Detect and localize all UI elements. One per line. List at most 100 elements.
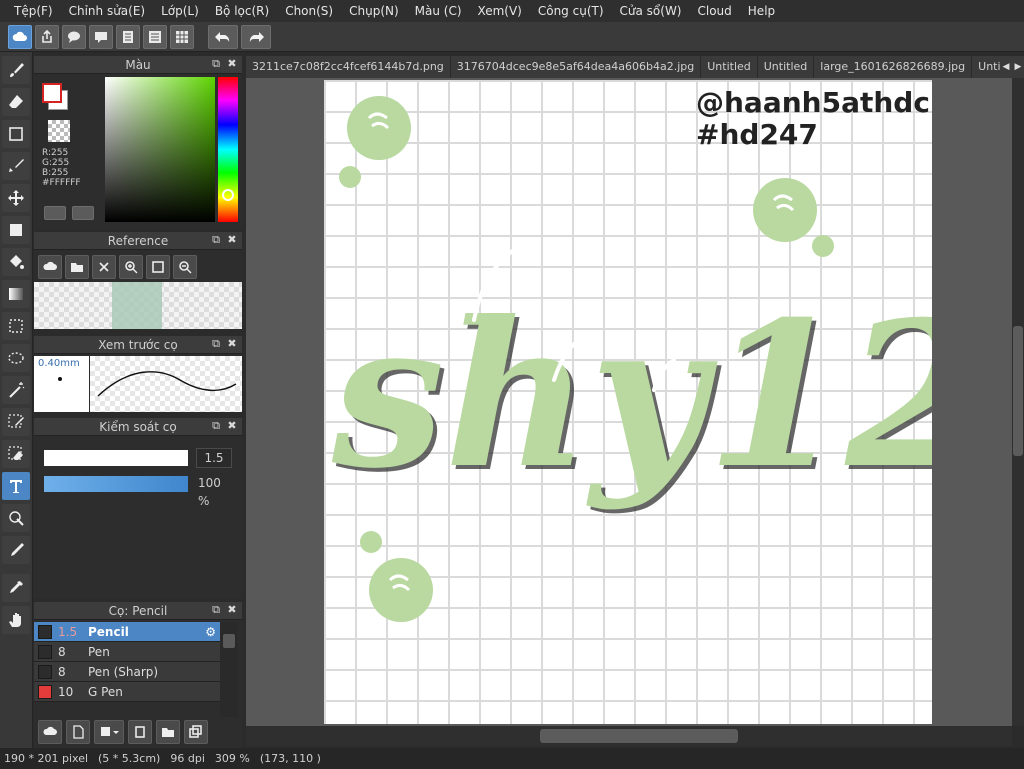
zoom-out-button[interactable]	[173, 255, 197, 279]
saturation-value-picker[interactable]	[105, 77, 215, 222]
lettering-art: shy1234 shy1234	[331, 248, 1012, 517]
cursor-coords: (173, 110 )	[259, 752, 321, 765]
brush-settings-button[interactable]	[128, 720, 152, 744]
vertical-scroll-thumb[interactable]	[1013, 326, 1023, 456]
comment-button[interactable]	[89, 24, 113, 49]
foreground-color-swatch[interactable]	[42, 83, 62, 103]
brush-color-chip[interactable]	[38, 644, 52, 659]
tab-scroll-right-icon[interactable]: ▶	[1012, 56, 1024, 78]
brush-item-2[interactable]: 8 Pen (Sharp)	[34, 662, 220, 682]
menu-help[interactable]: Help	[740, 0, 783, 22]
grid-canvas[interactable]: shy1234 shy1234 @haanh5athdc #hd247	[324, 80, 1012, 724]
select-pen-tool[interactable]	[2, 408, 30, 436]
brush-color-chip[interactable]	[38, 664, 52, 679]
page-button[interactable]	[116, 24, 140, 49]
menu-file[interactable]: Tệp(F)	[6, 0, 61, 22]
select-eraser-tool[interactable]	[2, 440, 30, 468]
palette-button[interactable]	[44, 206, 66, 220]
menu-view[interactable]: Xem(V)	[470, 0, 530, 22]
brush-tool[interactable]	[2, 56, 30, 84]
brush-size-value[interactable]: 1.5	[196, 448, 232, 468]
zoom-in-button[interactable]	[119, 255, 143, 279]
vertical-scrollbar[interactable]	[1012, 78, 1024, 726]
tab-4[interactable]: large_1601626826689.jpg	[814, 56, 973, 78]
brush-opacity-slider[interactable]	[44, 476, 188, 492]
undock-icon[interactable]: ⧉	[210, 419, 222, 433]
shape-tool[interactable]	[2, 120, 30, 148]
brush-scrollbar[interactable]	[220, 622, 238, 717]
menu-snap[interactable]: Chụp(N)	[341, 0, 407, 22]
horizontal-scroll-thumb[interactable]	[540, 729, 738, 743]
menu-tools[interactable]: Công cụ(T)	[530, 0, 612, 22]
magic-wand-tool[interactable]	[2, 376, 30, 404]
brush-scroll-thumb[interactable]	[223, 634, 235, 648]
list-button[interactable]	[143, 24, 167, 49]
fill-tool[interactable]	[2, 216, 30, 244]
tab-0[interactable]: 3211ce7c08f2cc4fcef6144b7d.png	[246, 56, 451, 78]
red-value: R:255	[42, 148, 69, 158]
color-options-button[interactable]	[72, 206, 94, 220]
dot-pen-tool[interactable]	[2, 152, 30, 180]
new-brush-button[interactable]	[66, 720, 90, 744]
menu-cloud[interactable]: Cloud	[690, 0, 740, 22]
cloud-button[interactable]	[8, 24, 32, 49]
brush-item-3[interactable]: 10 G Pen	[34, 682, 220, 702]
gear-icon[interactable]: ⚙	[205, 625, 216, 639]
brush-color-chip[interactable]	[38, 684, 52, 699]
hue-slider[interactable]	[218, 77, 238, 222]
gradient-tool[interactable]	[2, 280, 30, 308]
open-reference-button[interactable]	[65, 255, 89, 279]
bucket-tool[interactable]	[2, 248, 30, 276]
canvas-area[interactable]: shy1234 shy1234 @haanh5athdc #hd247	[246, 78, 1012, 726]
share-button[interactable]	[35, 24, 59, 49]
menu-window[interactable]: Cửa sổ(W)	[612, 0, 690, 22]
text-tool[interactable]	[2, 472, 30, 500]
grid-button[interactable]	[170, 24, 194, 49]
remove-reference-button[interactable]	[92, 255, 116, 279]
undock-icon[interactable]: ⧉	[210, 57, 222, 71]
transparent-swatch[interactable]	[48, 120, 70, 142]
menu-color[interactable]: Màu (C)	[407, 0, 470, 22]
brush-item-0[interactable]: 1.5 Pencil ⚙	[34, 622, 220, 642]
brush-size-slider[interactable]	[44, 450, 188, 466]
horizontal-scrollbar[interactable]	[246, 726, 1012, 746]
hand-tool[interactable]	[2, 606, 30, 634]
undock-icon[interactable]: ⧉	[210, 233, 222, 247]
eraser-tool[interactable]	[2, 88, 30, 116]
close-icon[interactable]: ✖	[226, 57, 238, 71]
brush-color-chip[interactable]	[38, 624, 52, 639]
dropper-tool[interactable]	[2, 574, 30, 602]
menu-filter[interactable]: Bộ lọc(R)	[207, 0, 277, 22]
close-icon[interactable]: ✖	[226, 419, 238, 433]
brush-add-button[interactable]	[94, 720, 124, 744]
close-icon[interactable]: ✖	[226, 603, 238, 617]
brush-copy-button[interactable]	[184, 720, 208, 744]
upload-reference-button[interactable]	[38, 255, 62, 279]
brush-folder-button[interactable]	[156, 720, 180, 744]
tab-3[interactable]: Untitled	[758, 56, 815, 78]
undock-icon[interactable]: ⧉	[210, 603, 222, 617]
brush-item-1[interactable]: 8 Pen	[34, 642, 220, 662]
operation-tool[interactable]	[2, 504, 30, 532]
move-tool[interactable]	[2, 184, 30, 212]
close-icon[interactable]: ✖	[226, 233, 238, 247]
menu-edit[interactable]: Chỉnh sửa(E)	[61, 0, 154, 22]
eyedropper-tool[interactable]	[2, 536, 30, 564]
close-icon[interactable]: ✖	[226, 337, 238, 351]
undo-button[interactable]	[208, 24, 238, 49]
brush-add-icon	[101, 727, 119, 736]
hue-knob[interactable]	[222, 189, 234, 201]
select-tool[interactable]	[2, 312, 30, 340]
brush-cloud-button[interactable]	[38, 720, 62, 744]
tab-1[interactable]: 3176704dcec9e8e5af64dea4a606b4a2.jpg	[451, 56, 702, 78]
tab-2[interactable]: Untitled	[701, 56, 758, 78]
speech-button[interactable]	[62, 24, 86, 49]
menu-layer[interactable]: Lớp(L)	[153, 0, 207, 22]
fit-button[interactable]	[146, 255, 170, 279]
redo-button[interactable]	[241, 24, 271, 49]
undock-icon[interactable]: ⧉	[210, 337, 222, 351]
reference-image[interactable]	[34, 282, 242, 329]
lasso-tool[interactable]	[2, 344, 30, 372]
tab-scroll-left-icon[interactable]: ◀	[1000, 56, 1012, 78]
menu-select[interactable]: Chon(S)	[277, 0, 341, 22]
